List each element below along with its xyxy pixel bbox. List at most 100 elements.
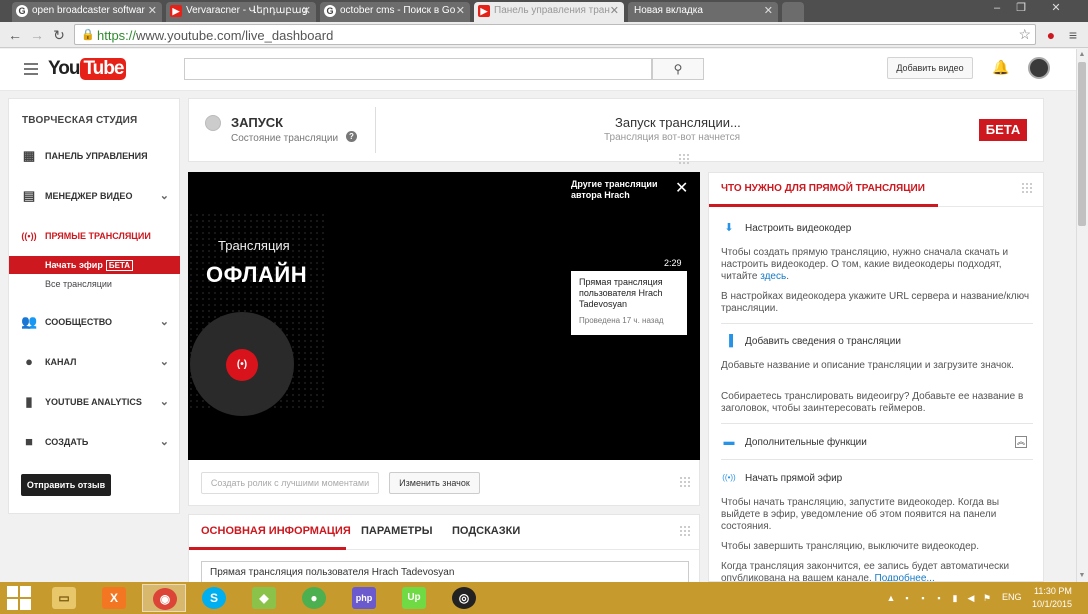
sidebar-item-create[interactable]: ■ СОЗДАТЬ ⌄	[9, 432, 179, 452]
player-stream-label: Трансляция	[218, 238, 290, 253]
browser-tab[interactable]: G october cms - Поиск в Go ✕	[320, 2, 470, 22]
minimize-icon[interactable]: –	[986, 0, 1008, 18]
tray-arrow-icon[interactable]: ▲	[886, 593, 896, 603]
video-player[interactable]: (•) Трансляция ОФЛАЙН Другие трансляции …	[188, 172, 700, 460]
tab-parameters[interactable]: ПАРАМЕТРЫ	[361, 525, 433, 537]
live-broadcast-icon: ((•))	[722, 473, 736, 482]
sidebar-item-dashboard[interactable]: ▦ ПАНЕЛЬ УПРАВЛЕНИЯ	[9, 146, 179, 166]
close-icon[interactable]: ✕	[456, 2, 465, 20]
scroll-down-icon[interactable]: ▼	[1078, 572, 1086, 580]
tab-hints[interactable]: ПОДСКАЗКИ	[452, 525, 520, 537]
sidebar-item-analytics[interactable]: ▮ YOUTUBE ANALYTICS ⌄	[9, 392, 179, 412]
status-label: ЗАПУСК	[231, 115, 284, 130]
language-indicator[interactable]: ENG	[1002, 592, 1022, 602]
tray-icon[interactable]: ▪	[934, 593, 944, 603]
youtube-logo[interactable]: You Tube	[48, 57, 127, 81]
url-scheme: https://	[97, 28, 137, 43]
bookmark-star-icon[interactable]: ☆	[1018, 26, 1031, 43]
browser-tab[interactable]: Новая вкладка ✕	[628, 2, 778, 22]
sidebar-sub-all-streams[interactable]: Все трансляции	[9, 275, 180, 293]
section-text-body: Когда трансляция закончится, ее запись б…	[721, 561, 1010, 582]
status-sublabel: Состояние трансляции	[231, 133, 339, 144]
windows-start-icon[interactable]	[6, 585, 32, 611]
section-text: В настройках видеокодера укажите URL сер…	[721, 291, 1030, 314]
taskbar-app-xampp[interactable]: X	[92, 584, 136, 612]
network-icon[interactable]: ▮	[950, 593, 960, 603]
clock-time[interactable]: 11:30 PM	[1034, 586, 1072, 596]
taskbar-app[interactable]: ◆	[242, 584, 286, 612]
clock-date[interactable]: 10/1/2015	[1032, 599, 1072, 609]
help-icon[interactable]: ?	[346, 131, 357, 142]
volume-icon[interactable]: ◀	[966, 593, 976, 603]
url-input[interactable]: 🔒 https://www.youtube.com/live_dashboard…	[74, 24, 1036, 45]
sidebar-item-community[interactable]: 👥 СООБЩЕСТВО ⌄	[9, 312, 179, 332]
sidebar-sub-stream-now[interactable]: Начать эфир БЕТА	[9, 256, 180, 274]
extension-icon[interactable]: ●	[1042, 26, 1060, 44]
maximize-icon[interactable]: ❐	[1010, 0, 1032, 18]
player-controls-bar: Создать ролик с лучшими моментами Измени…	[188, 460, 700, 506]
tray-icon[interactable]: ▪	[902, 593, 912, 603]
here-link[interactable]: здесь	[760, 271, 786, 282]
back-icon[interactable]: ←	[6, 26, 24, 44]
close-icon[interactable]: ✕	[610, 2, 619, 20]
drag-handle-icon[interactable]	[678, 153, 690, 165]
change-thumbnail-button[interactable]: Изменить значок	[389, 472, 480, 494]
close-icon[interactable]: ✕	[148, 2, 157, 20]
scrollbar-thumb[interactable]	[1078, 62, 1086, 226]
taskbar-app-obs[interactable]: ◎	[442, 584, 486, 612]
sidebar-item-video-manager[interactable]: ▤ МЕНЕДЖЕР ВИДЕО ⌄	[9, 186, 179, 206]
more-link[interactable]: Подробнее...	[875, 573, 935, 581]
download-icon: ⬇	[724, 222, 734, 234]
send-feedback-button[interactable]: Отправить отзыв	[21, 474, 111, 496]
chevron-down-icon: ⌄	[159, 436, 169, 448]
close-icon[interactable]: ✕	[675, 178, 688, 198]
chrome-icon: ◉	[153, 588, 177, 610]
tray-icon[interactable]: ▪	[918, 593, 928, 603]
video-manager-icon: ▤	[22, 188, 36, 203]
logo-you: You	[48, 58, 81, 79]
hamburger-menu-icon[interactable]	[24, 63, 38, 75]
taskbar-app[interactable]: ●	[292, 584, 336, 612]
create-highlights-button[interactable]: Создать ролик с лучшими моментами	[201, 472, 379, 494]
new-tab-button[interactable]	[782, 2, 804, 22]
flag-icon[interactable]: ⚑	[982, 593, 992, 603]
taskbar-app-explorer[interactable]: ▭	[42, 584, 86, 612]
php-icon: php	[352, 587, 376, 609]
sidebar-item-live-streaming[interactable]: ((•)) ПРЯМЫЕ ТРАНСЛЯЦИИ	[9, 226, 179, 246]
browser-tab-active[interactable]: ▶ Панель управления тран ✕	[474, 2, 624, 22]
tab-basic-info[interactable]: ОСНОВНАЯ ИНФОРМАЦИЯ	[201, 525, 351, 537]
sidebar-item-label: YOUTUBE ANALYTICS	[45, 397, 142, 407]
chevron-down-icon: ⌄	[159, 396, 169, 408]
chevron-down-icon: ⌄	[159, 190, 169, 202]
close-icon[interactable]: ✕	[302, 2, 311, 20]
reload-icon[interactable]: ↻	[50, 26, 68, 44]
browser-tab[interactable]: G open broadcaster softwar ✕	[12, 2, 162, 22]
window-close-icon[interactable]: ✕	[1034, 0, 1078, 18]
drag-handle-icon[interactable]	[679, 476, 691, 488]
notifications-bell-icon[interactable]: 🔔	[992, 59, 1009, 77]
card-icon: ▬	[723, 436, 735, 448]
collapse-icon[interactable]: ︽	[1015, 436, 1027, 448]
drag-handle-icon[interactable]	[1021, 182, 1033, 194]
scroll-up-icon[interactable]: ▲	[1078, 51, 1086, 59]
sidebar-item-channel[interactable]: ● КАНАЛ ⌄	[9, 352, 179, 372]
upload-video-button[interactable]: Добавить видео	[887, 57, 973, 79]
taskbar-app-upwork[interactable]: Up	[392, 584, 436, 612]
taskbar-app-skype[interactable]: S	[192, 584, 236, 612]
taskbar-app-php[interactable]: php	[342, 584, 386, 612]
search-button[interactable]: ⚲	[652, 58, 704, 80]
upwork-icon: Up	[402, 587, 426, 609]
sidebar-item-label: МЕНЕДЖЕР ВИДЕО	[45, 191, 133, 201]
search-input[interactable]	[184, 58, 652, 80]
beta-badge: БЕТА	[105, 260, 134, 271]
divider	[375, 107, 376, 153]
drag-handle-icon[interactable]	[679, 525, 691, 537]
browser-tab[interactable]: ▶ Vervaracner - Վերդաբաց ✕	[166, 2, 316, 22]
menu-icon[interactable]: ≡	[1064, 26, 1082, 44]
avatar[interactable]	[1028, 57, 1050, 79]
taskbar-app-chrome[interactable]: ◉	[142, 584, 186, 612]
forward-icon[interactable]: →	[28, 26, 46, 44]
close-icon[interactable]: ✕	[764, 2, 773, 20]
section-heading: Дополнительные функции	[745, 437, 867, 448]
past-stream-card[interactable]: Прямая трансляция пользователя Hrach Tad…	[571, 271, 687, 335]
